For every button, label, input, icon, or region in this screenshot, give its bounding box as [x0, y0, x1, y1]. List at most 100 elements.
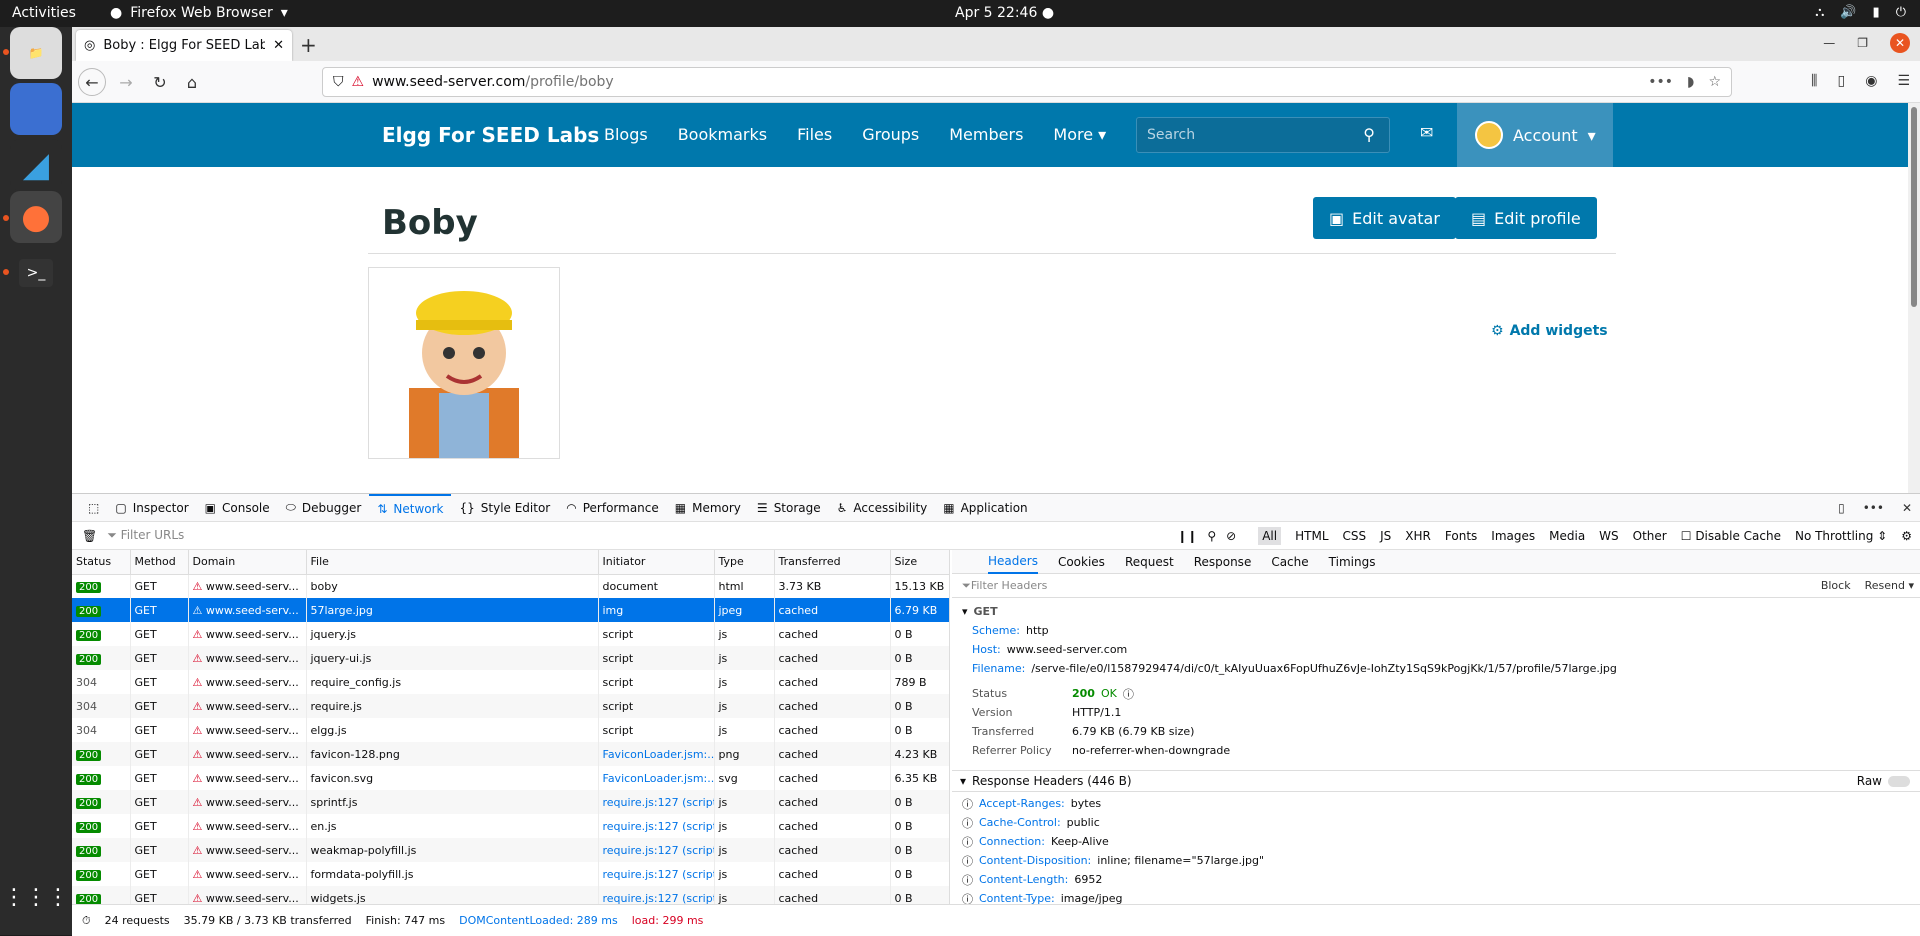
dock-side-icon[interactable]: ▯ — [1838, 501, 1845, 515]
tab-console[interactable]: ▣ Console — [197, 494, 278, 522]
stopwatch-icon[interactable]: ⏱ — [82, 914, 91, 928]
toggle-switch[interactable] — [1888, 775, 1910, 787]
firefox-icon[interactable]: ● — [10, 191, 62, 243]
table-row[interactable]: 200 GET ⚠ www.seed-serv... jquery-ui.js scri… — [72, 646, 949, 670]
block-icon[interactable]: ⊘ — [1226, 529, 1236, 543]
disable-cache-checkbox[interactable]: ☐ Disable Cache — [1681, 529, 1781, 543]
filter-html[interactable]: HTML — [1295, 529, 1328, 543]
sidebar-icon[interactable]: ▯ — [1838, 73, 1846, 89]
help-icon[interactable]: ⓘ — [962, 834, 973, 850]
clock[interactable]: Apr 5 22:46 ● — [955, 5, 1054, 21]
table-row[interactable]: 200 GET ⚠ www.seed-serv... widgets.js requir… — [72, 886, 949, 904]
filter-css[interactable]: CSS — [1343, 529, 1367, 543]
menu-more[interactable]: More ▾ — [1053, 125, 1106, 144]
tab-memory[interactable]: ▦ Memory — [667, 494, 749, 522]
help-icon[interactable]: ⓘ — [962, 891, 973, 905]
table-row[interactable]: 200 GET ⚠ www.seed-serv... favicon.svg Favic… — [72, 766, 949, 790]
menu-members[interactable]: Members — [949, 125, 1023, 144]
close-window-button[interactable]: ✕ — [1890, 33, 1910, 53]
details-tab-request[interactable]: Request — [1125, 555, 1174, 569]
edit-profile-button[interactable]: ▤ Edit profile — [1455, 197, 1597, 239]
help-icon[interactable]: ⓘ — [962, 815, 973, 831]
back-button[interactable]: ← — [78, 68, 106, 96]
response-header-row[interactable]: ⓘ Content-Type: image/jpeg — [962, 889, 1910, 904]
table-row[interactable]: 304 GET ⚠ www.seed-serv... require.js script… — [72, 694, 949, 718]
table-row[interactable]: 200 GET ⚠ www.seed-serv... en.js require.js:… — [72, 814, 949, 838]
mail-icon[interactable]: ✉ — [1420, 123, 1433, 142]
maximize-button[interactable]: ❐ — [1857, 36, 1868, 50]
col-size[interactable]: Size — [890, 550, 949, 575]
url-bar[interactable]: ⛉ ⚠ www.seed-server.com/profile/boby •••… — [322, 67, 1732, 97]
table-row[interactable]: 200 GET ⚠ www.seed-serv... sprintf.js requir… — [72, 790, 949, 814]
screenshot-icon[interactable] — [10, 83, 62, 135]
response-header-row[interactable]: ⓘ Content-Disposition: inline; filename="… — [962, 851, 1910, 870]
details-tab-response[interactable]: Response — [1194, 555, 1252, 569]
help-icon[interactable]: ⓘ — [962, 872, 973, 888]
close-devtools-icon[interactable]: ✕ — [1902, 501, 1912, 515]
response-header-row[interactable]: ⓘ Cache-Control: public — [962, 813, 1910, 832]
filter-headers-input[interactable]: ⏷ Filter Headers Block Resend ▾ — [952, 574, 1920, 598]
col-initiator[interactable]: Initiator — [598, 550, 715, 575]
reload-button[interactable]: ↻ — [148, 70, 172, 94]
table-row[interactable]: 304 GET ⚠ www.seed-serv... require_config.j… — [72, 670, 949, 694]
filter-media[interactable]: Media — [1549, 529, 1585, 543]
table-row[interactable]: 304 GET ⚠ www.seed-serv... elgg.js script js c… — [72, 718, 949, 742]
account-menu[interactable]: Account ▾ — [1457, 103, 1613, 167]
col-transferred[interactable]: Transferred — [774, 550, 891, 575]
activities-button[interactable]: Activities — [12, 5, 76, 21]
table-row[interactable]: 200 GET ⚠ www.seed-serv... weakmap-polyfill… — [72, 838, 949, 862]
request-method[interactable]: ▾ GET — [962, 602, 1910, 621]
filter-all[interactable]: All — [1258, 526, 1282, 545]
col-file[interactable]: File — [306, 550, 599, 575]
details-tab-timings[interactable]: Timings — [1329, 555, 1376, 569]
tab-style-editor[interactable]: {} Style Editor — [451, 494, 558, 522]
close-tab-icon[interactable]: ✕ — [273, 38, 284, 53]
block-button[interactable]: Block — [1821, 579, 1851, 592]
raw-toggle[interactable]: Raw — [1857, 774, 1920, 788]
table-row[interactable]: 200 GET ⚠ www.seed-serv... boby document html… — [72, 574, 949, 598]
filter-other[interactable]: Other — [1633, 529, 1667, 543]
site-brand[interactable]: Elgg For SEED Labs — [382, 123, 599, 147]
help-icon[interactable]: ⓘ — [962, 853, 973, 869]
forward-button[interactable]: → — [114, 70, 138, 94]
page-actions-icon[interactable]: ••• — [1648, 74, 1673, 90]
bookmark-star-icon[interactable]: ☆ — [1708, 74, 1721, 90]
menu-groups[interactable]: Groups — [862, 125, 919, 144]
filter-xhr[interactable]: XHR — [1405, 529, 1431, 543]
wireshark-icon[interactable]: ◢ — [10, 139, 62, 191]
scrollbar-thumb[interactable] — [1911, 107, 1917, 307]
throttling-select[interactable]: No Throttling ⇕ — [1795, 529, 1887, 543]
details-tab-headers[interactable]: Headers — [988, 550, 1038, 574]
tab-boby[interactable]: ◎ Boby : Elgg For SEED Lab ✕ — [76, 30, 292, 61]
home-button[interactable]: ⌂ — [180, 70, 204, 94]
pocket-icon[interactable]: ◗ — [1687, 74, 1694, 90]
files-icon[interactable]: 📁 — [10, 27, 62, 79]
hamburger-menu-icon[interactable]: ☰ — [1897, 73, 1910, 89]
trash-icon[interactable]: 🗑 — [82, 529, 97, 543]
table-row[interactable]: 200 GET ⚠ www.seed-serv... favicon-128.png F… — [72, 742, 949, 766]
account-icon[interactable]: ◉ — [1865, 73, 1877, 89]
search-icon[interactable]: ⚲ — [1363, 125, 1375, 144]
insecure-lock-icon[interactable]: ⚠ — [352, 74, 365, 90]
more-options-icon[interactable]: ••• — [1863, 501, 1884, 515]
resend-button[interactable]: Resend ▾ — [1865, 579, 1914, 592]
add-widgets-link[interactable]: ⚙ Add widgets — [1491, 323, 1608, 339]
search-input[interactable]: Search ⚲ — [1136, 117, 1390, 153]
filter-ws[interactable]: WS — [1599, 529, 1618, 543]
col-type[interactable]: Type — [714, 550, 775, 575]
new-tab-button[interactable]: + — [300, 33, 317, 57]
help-icon[interactable]: ⓘ — [962, 796, 973, 812]
tab-application[interactable]: ▦ Application — [935, 494, 1035, 522]
menu-bookmarks[interactable]: Bookmarks — [678, 125, 767, 144]
filter-fonts[interactable]: Fonts — [1445, 529, 1477, 543]
details-tab-cookies[interactable]: Cookies — [1058, 555, 1105, 569]
table-row[interactable]: 200 GET ⚠ www.seed-serv... 57large.jpg img jp… — [72, 598, 949, 622]
tab-accessibility[interactable]: ♿ Accessibility — [829, 494, 936, 522]
system-tray[interactable]: ⛬ 🔊 ▮ ⏻ — [1815, 5, 1906, 20]
tab-debugger[interactable]: ⬭ Debugger — [278, 494, 370, 522]
element-picker-icon[interactable]: ⬚ — [80, 494, 107, 522]
shield-icon[interactable]: ⛉ — [333, 74, 344, 90]
response-header-row[interactable]: ⓘ Accept-Ranges: bytes — [962, 794, 1910, 813]
show-apps-icon[interactable]: ⋮⋮⋮ — [3, 871, 69, 923]
filter-urls-input[interactable]: ⏷ Filter URLs — [107, 528, 1167, 543]
